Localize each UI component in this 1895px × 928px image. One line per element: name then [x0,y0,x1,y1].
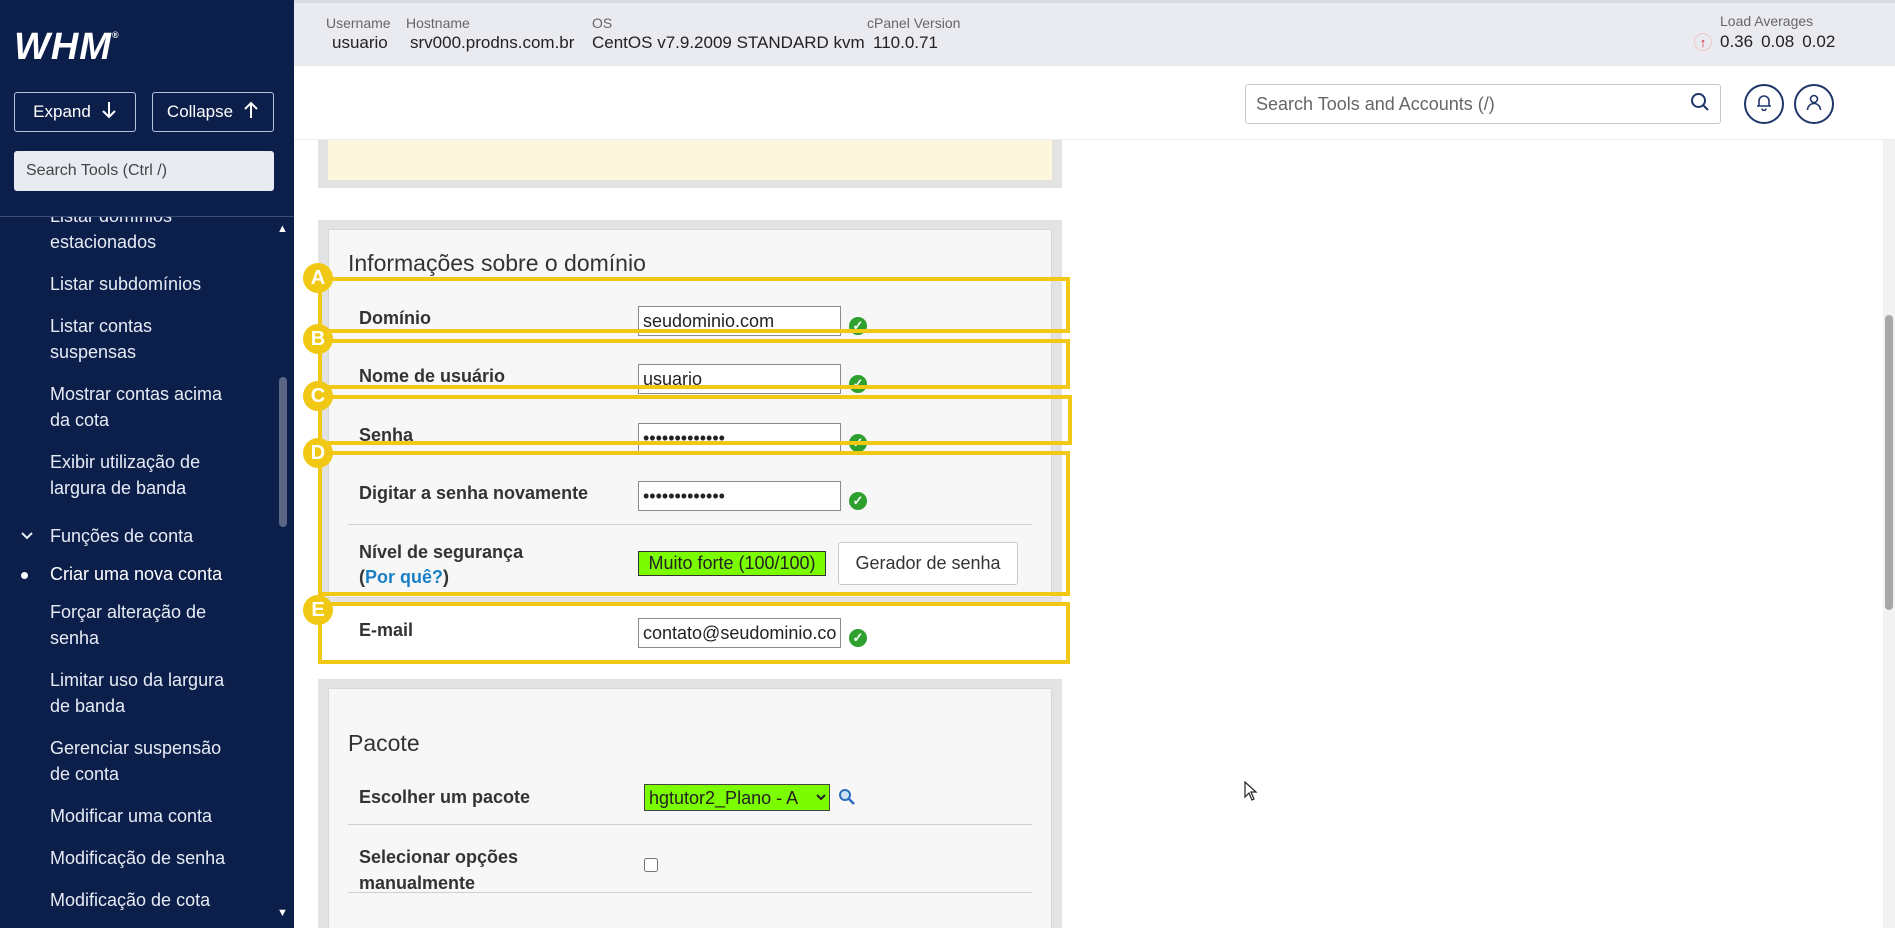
main-scrollbar[interactable] [1883,140,1895,928]
mouse-cursor-icon [1244,780,1258,806]
sidebar-item-create-account[interactable]: Criar uma nova conta [0,561,276,587]
scroll-down-icon[interactable]: ▼ [277,907,288,919]
annotation-box-d [318,451,1070,596]
sidebar-search-input[interactable] [14,151,274,191]
server-info-bar: Username usuario Hostname srv000.prodns.… [294,0,1895,66]
annotation-badge-e: E [303,595,333,625]
user-icon [1805,93,1823,116]
sidebar-item-subdomains[interactable]: Listar subdomínios [0,271,276,297]
global-search-input[interactable] [1256,93,1690,115]
load-15: 0.02 [1802,32,1836,51]
collapse-button[interactable]: Collapse [152,92,274,132]
package-panel-title: Pacote [348,730,420,756]
expand-label: Expand [33,102,91,121]
sidebar-item-password-modification[interactable]: Modificação de senha [0,845,276,871]
sidebar: WHM® Expand Collapse Listar domínios est… [0,0,294,928]
bell-icon [1755,93,1773,116]
sidebar-nav: Listar domínios estacionados Listar subd… [0,217,276,928]
cpanel-version-info: cPanel Version 110.0.71 [867,15,961,52]
load-up-arrow-icon: ↑ [1694,33,1712,51]
annotation-badge-c: C [303,381,333,411]
sidebar-item-force-password[interactable]: Forçar alteração de senha [0,599,240,651]
choose-package-label: Escolher um pacote [359,787,531,807]
package-select[interactable]: hgtutor2_Plano - A [644,784,830,811]
os-info: OS CentOS v7.9.2009 STANDARD kvm [592,15,865,52]
sidebar-item-quota-modification[interactable]: Modificação de cota [0,887,276,913]
collapse-label: Collapse [166,102,234,121]
annotation-box-c [318,395,1072,445]
warning-notice [328,140,1052,180]
annotation-box-e [318,602,1070,664]
scroll-up-icon[interactable]: ▲ [277,223,288,235]
main-scroll-thumb[interactable] [1885,315,1893,610]
main-content: Informações sobre o domínio Domínio ✓ No… [294,140,1895,928]
annotation-badge-a: A [303,263,333,293]
sidebar-section-account-functions[interactable]: Funções de conta [0,523,276,549]
sidebar-item-parked-domains[interactable]: Listar domínios estacionados [0,217,276,255]
user-menu-button[interactable] [1794,84,1834,124]
sidebar-item-manage-suspension[interactable]: Gerenciar suspensão de conta [0,735,250,787]
hostname-info: Hostname srv000.prodns.com.br [406,15,575,52]
row-divider [348,892,1032,893]
username-info: Username usuario [326,15,391,52]
sidebar-item-limit-bandwidth[interactable]: Limitar uso da largura de banda [0,667,250,719]
global-search[interactable] [1245,84,1721,124]
sidebar-item-suspended-accounts[interactable]: Listar contas suspensas [0,313,200,365]
arrow-down-icon [101,101,117,124]
chevron-down-icon [20,523,34,558]
load-5: 0.08 [1761,32,1795,51]
annotation-badge-d: D [303,438,333,468]
load-averages: Load Averages ↑ 0.36 0.08 0.02 [1694,13,1835,52]
magnifier-icon[interactable] [838,788,856,811]
section-label: Funções de conta [50,526,194,546]
whm-logo[interactable]: WHM® [14,26,120,69]
annotation-box-b [318,339,1070,389]
manual-options-label: Selecionar opções manualmente [359,847,519,893]
sidebar-scroll-thumb[interactable] [279,377,287,527]
header-bar [294,66,1895,140]
sidebar-item-bandwidth[interactable]: Exibir utilização de largura de banda [0,449,250,501]
annotation-box-a [318,277,1070,333]
notifications-button[interactable] [1744,84,1784,124]
sidebar-item-modify-account[interactable]: Modificar uma conta [0,803,276,829]
manual-options-checkbox[interactable] [644,858,658,872]
search-icon[interactable] [1690,92,1710,117]
sidebar-scrollbar[interactable]: ▲ ▼ [276,217,294,928]
expand-button[interactable]: Expand [14,92,136,132]
sidebar-item-over-quota[interactable]: Mostrar contas acima da cota [0,381,250,433]
annotation-badge-b: B [303,324,333,354]
domain-panel-title: Informações sobre o domínio [348,250,646,276]
load-1: 0.36 [1720,32,1754,51]
arrow-up-icon [243,101,259,124]
row-divider [348,824,1032,825]
